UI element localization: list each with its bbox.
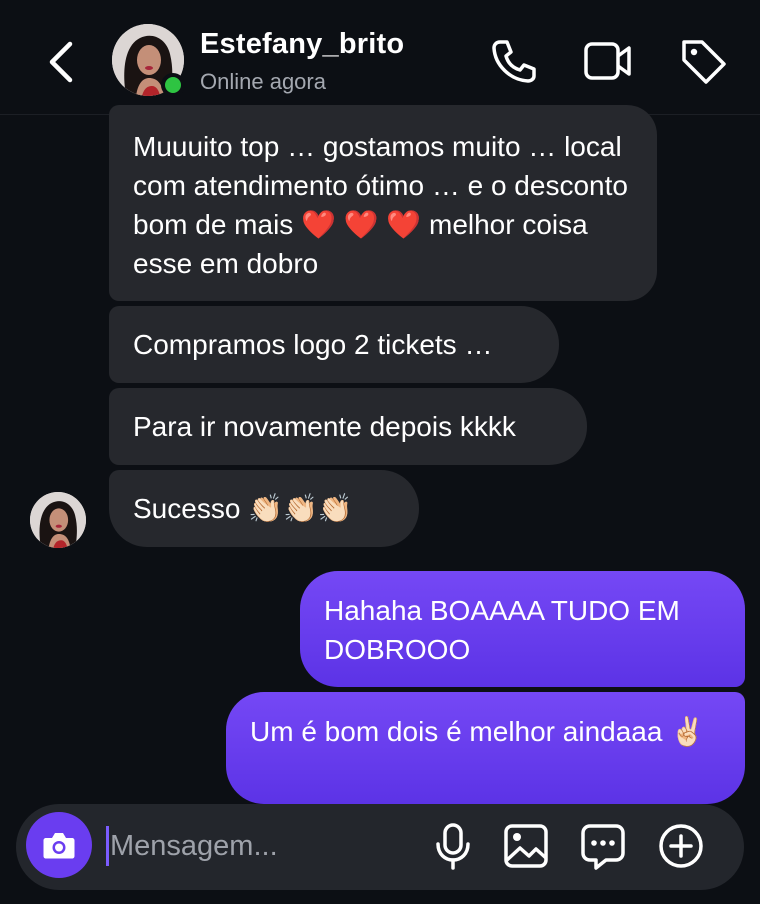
back-button[interactable] (38, 36, 86, 88)
text-cursor (106, 826, 109, 866)
incoming-message[interactable]: Muuuito top … gostamos muito … local com… (109, 105, 657, 301)
more-options-button[interactable] (658, 822, 704, 870)
voice-call-button[interactable] (488, 38, 538, 84)
video-call-button[interactable] (582, 38, 632, 84)
microphone-icon (436, 823, 470, 870)
online-status: Online agora (200, 69, 326, 94)
profile-photo-icon (30, 492, 86, 548)
voice-message-button[interactable] (430, 822, 476, 870)
outgoing-message[interactable]: Hahaha BOAAAA TUDO EM DOBROOO (300, 571, 745, 687)
plus-circle-icon (659, 824, 703, 868)
chat-header: Estefany_brito Online agora (0, 0, 760, 115)
chevron-left-icon (49, 41, 73, 83)
camera-button[interactable] (26, 812, 92, 878)
message-text: Um é bom dois é melhor aindaaa ✌🏻 (250, 716, 706, 747)
chat-screen: Estefany_brito Online agora Muuuito top … (0, 0, 760, 904)
message-text: Compramos logo 2 tickets … (133, 329, 493, 360)
video-camera-icon (584, 42, 631, 80)
contact-username[interactable]: Estefany_brito (200, 28, 404, 61)
message-text: Para ir novamente depois kkkk (133, 411, 516, 442)
incoming-message[interactable]: Sucesso 👏🏻👏🏻👏🏻 (109, 470, 419, 547)
gallery-button[interactable] (503, 822, 549, 870)
image-icon (504, 824, 548, 868)
outgoing-message[interactable]: Um é bom dois é melhor aindaaa ✌🏻 (226, 692, 745, 804)
chat-bubble-icon (581, 824, 625, 870)
phone-icon (492, 40, 536, 83)
incoming-message[interactable]: Para ir novamente depois kkkk (109, 388, 587, 465)
message-text: Sucesso 👏🏻👏🏻👏🏻 (133, 493, 353, 524)
tag-button[interactable] (678, 38, 728, 84)
camera-icon (43, 833, 75, 859)
tag-icon (682, 40, 726, 84)
sticker-button[interactable] (580, 822, 626, 870)
message-input[interactable] (110, 822, 410, 870)
online-indicator (161, 73, 185, 97)
incoming-message[interactable]: Compramos logo 2 tickets … (109, 306, 559, 383)
message-text: Muuuito top … gostamos muito … local com… (133, 131, 628, 279)
sender-avatar[interactable] (30, 492, 86, 548)
message-text: Hahaha BOAAAA TUDO EM DOBROOO (324, 595, 680, 665)
